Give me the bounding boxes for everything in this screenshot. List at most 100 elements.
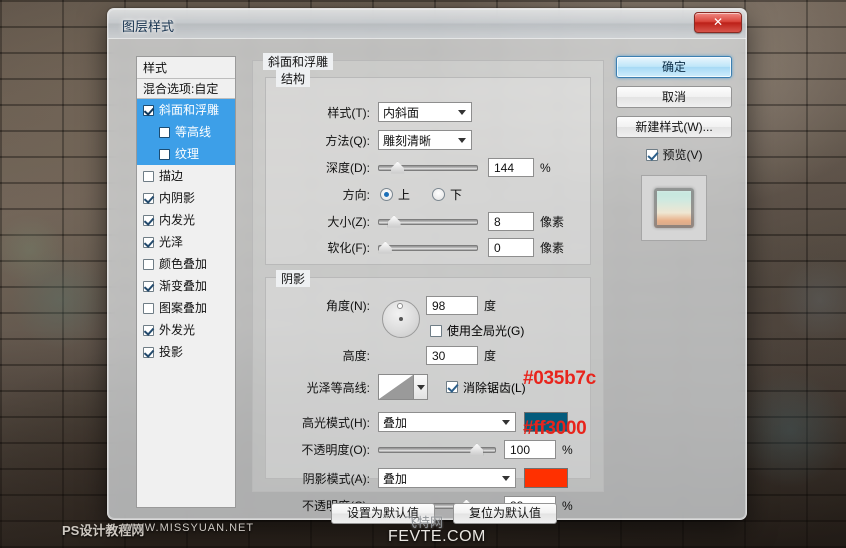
sidebar-item-blend-options[interactable]: 混合选项:自定 [137, 79, 235, 99]
gloss-contour-label: 光泽等高线: [306, 380, 370, 395]
sidebar-item-2[interactable]: 纹理 [137, 143, 235, 165]
sidebar-item-8[interactable]: 渐变叠加 [137, 275, 235, 297]
sidebar-item-checkbox[interactable] [143, 192, 154, 204]
technique-select[interactable]: 雕刻清晰 [378, 130, 472, 150]
sidebar-item-checkbox[interactable] [143, 258, 154, 270]
soften-label: 软化(F): [327, 241, 370, 255]
sidebar-item-checkbox[interactable] [143, 324, 154, 336]
cancel-button[interactable]: 取消 [616, 86, 732, 108]
structure-legend: 结构 [276, 70, 311, 87]
sidebar-item-4[interactable]: 内阴影 [137, 187, 235, 209]
angle-dial[interactable] [382, 300, 420, 338]
antialias-checkbox[interactable] [446, 381, 458, 393]
sidebar-item-checkbox[interactable] [143, 280, 154, 292]
sidebar-item-label: 图案叠加 [159, 301, 208, 315]
sidebar-item-11[interactable]: 投影 [137, 341, 235, 363]
depth-unit: % [540, 160, 551, 175]
depth-slider-thumb[interactable] [391, 161, 405, 174]
highlight-opacity-label: 不透明度(O): [301, 443, 370, 457]
altitude-row: 高度: 30 度 [266, 346, 576, 365]
highlight-hex-annotation: #035b7c [523, 368, 596, 389]
contour-curve [379, 375, 413, 399]
highlight-opacity-input[interactable]: 100 [504, 440, 556, 459]
sidebar-item-5[interactable]: 内发光 [137, 209, 235, 231]
sidebar-item-checkbox[interactable] [143, 236, 154, 248]
dialog-titlebar[interactable]: 图层样式 ✕ [108, 9, 746, 39]
sidebar-item-0[interactable]: 斜面和浮雕 [137, 99, 235, 121]
sidebar-item-checkbox[interactable] [143, 170, 154, 182]
angle-label: 角度(N): [326, 299, 370, 313]
sidebar-item-6[interactable]: 光泽 [137, 231, 235, 253]
set-default-button[interactable]: 设置为默认值 [331, 503, 435, 524]
angle-unit: 度 [484, 299, 497, 313]
sidebar-item-9[interactable]: 图案叠加 [137, 297, 235, 319]
size-input[interactable]: 8 [488, 212, 534, 231]
chevron-down-icon [458, 138, 466, 143]
depth-input[interactable]: 144 [488, 158, 534, 177]
sidebar-item-checkbox[interactable] [143, 302, 154, 314]
style-select-value: 内斜面 [383, 105, 420, 120]
direction-up-radio[interactable] [380, 188, 393, 201]
size-slider-thumb[interactable] [387, 215, 401, 228]
sidebar-item-label: 描边 [159, 169, 184, 183]
depth-row: 深度(D): 144 % [266, 158, 584, 177]
sidebar-item-10[interactable]: 外发光 [137, 319, 235, 341]
highlight-opacity-slider[interactable] [378, 443, 496, 457]
preview-checkbox-row[interactable]: 预览(V) [616, 146, 732, 163]
layer-style-dialog: 图层样式 ✕ 样式 混合选项:自定 斜面和浮雕 等高线 纹理 描边 内阴影 内发光 光泽 颜色… [107, 8, 747, 524]
sidebar-item-checkbox[interactable] [143, 346, 154, 358]
sidebar-item-7[interactable]: 颜色叠加 [137, 253, 235, 275]
style-preview-thumbnail [641, 175, 707, 241]
depth-label: 深度(D): [326, 161, 370, 175]
highlight-opacity-unit: % [562, 442, 573, 457]
sidebar-item-label: 纹理 [175, 147, 200, 161]
sidebar-item-label: 外发光 [159, 323, 196, 337]
soften-slider-thumb[interactable] [378, 241, 392, 254]
highlight-mode-label: 高光模式(H): [302, 415, 370, 430]
depth-slider[interactable] [378, 161, 478, 175]
highlight-opacity-thumb[interactable] [470, 443, 484, 456]
soften-input[interactable]: 0 [488, 238, 534, 257]
sidebar-item-1[interactable]: 等高线 [137, 121, 235, 143]
chevron-down-icon [458, 110, 466, 115]
sidebar-item-label: 内阴影 [159, 191, 196, 205]
style-label: 样式(T): [327, 105, 370, 120]
shadow-mode-select[interactable]: 叠加 [378, 468, 516, 488]
angle-input[interactable]: 98 [426, 296, 478, 315]
highlight-mode-select[interactable]: 叠加 [378, 412, 516, 432]
sidebar-item-checkbox[interactable] [143, 104, 154, 116]
shadow-mode-row: 阴影模式(A): 叠加 [266, 468, 586, 488]
reset-default-button[interactable]: 复位为默认值 [453, 503, 557, 524]
angle-dial-knob[interactable] [397, 303, 404, 310]
shadow-hex-annotation: #ff3000 [523, 418, 587, 439]
preview-checkbox[interactable] [645, 148, 658, 161]
soften-slider[interactable] [378, 241, 478, 255]
shadow-color-swatch[interactable] [524, 468, 568, 488]
soften-slider-track [378, 244, 478, 251]
chevron-down-icon [502, 476, 510, 481]
ok-button[interactable]: 确定 [616, 56, 732, 78]
altitude-input[interactable]: 30 [426, 346, 478, 365]
global-light-checkbox[interactable] [430, 324, 442, 337]
technique-select-value: 雕刻清晰 [383, 133, 432, 148]
direction-label: 方向: [342, 188, 370, 202]
sidebar-item-checkbox[interactable] [159, 126, 170, 138]
style-select[interactable]: 内斜面 [378, 102, 472, 122]
global-light-row[interactable]: 使用全局光(G) [430, 322, 524, 339]
gloss-contour-picker[interactable] [378, 374, 428, 400]
size-unit: 像素 [540, 215, 565, 229]
altitude-label: 高度: [342, 349, 370, 363]
contour-dropdown-arrow[interactable] [414, 374, 428, 400]
direction-down-radio[interactable] [432, 188, 446, 201]
chevron-down-icon [502, 420, 510, 425]
contour-preview[interactable] [378, 374, 414, 400]
close-icon[interactable]: ✕ [694, 12, 742, 33]
dialog-actions: 确定 取消 新建样式(W)... 预览(V) [616, 56, 732, 241]
sidebar-item-checkbox[interactable] [143, 214, 154, 226]
sidebar-item-checkbox[interactable] [159, 148, 170, 160]
sidebar-item-3[interactable]: 描边 [137, 165, 235, 187]
highlight-opacity-row: 不透明度(O): 100 % [266, 440, 586, 459]
new-style-button[interactable]: 新建样式(W)... [616, 116, 732, 138]
size-slider[interactable] [378, 215, 478, 229]
bevel-emboss-title: 斜面和浮雕 [263, 53, 334, 70]
